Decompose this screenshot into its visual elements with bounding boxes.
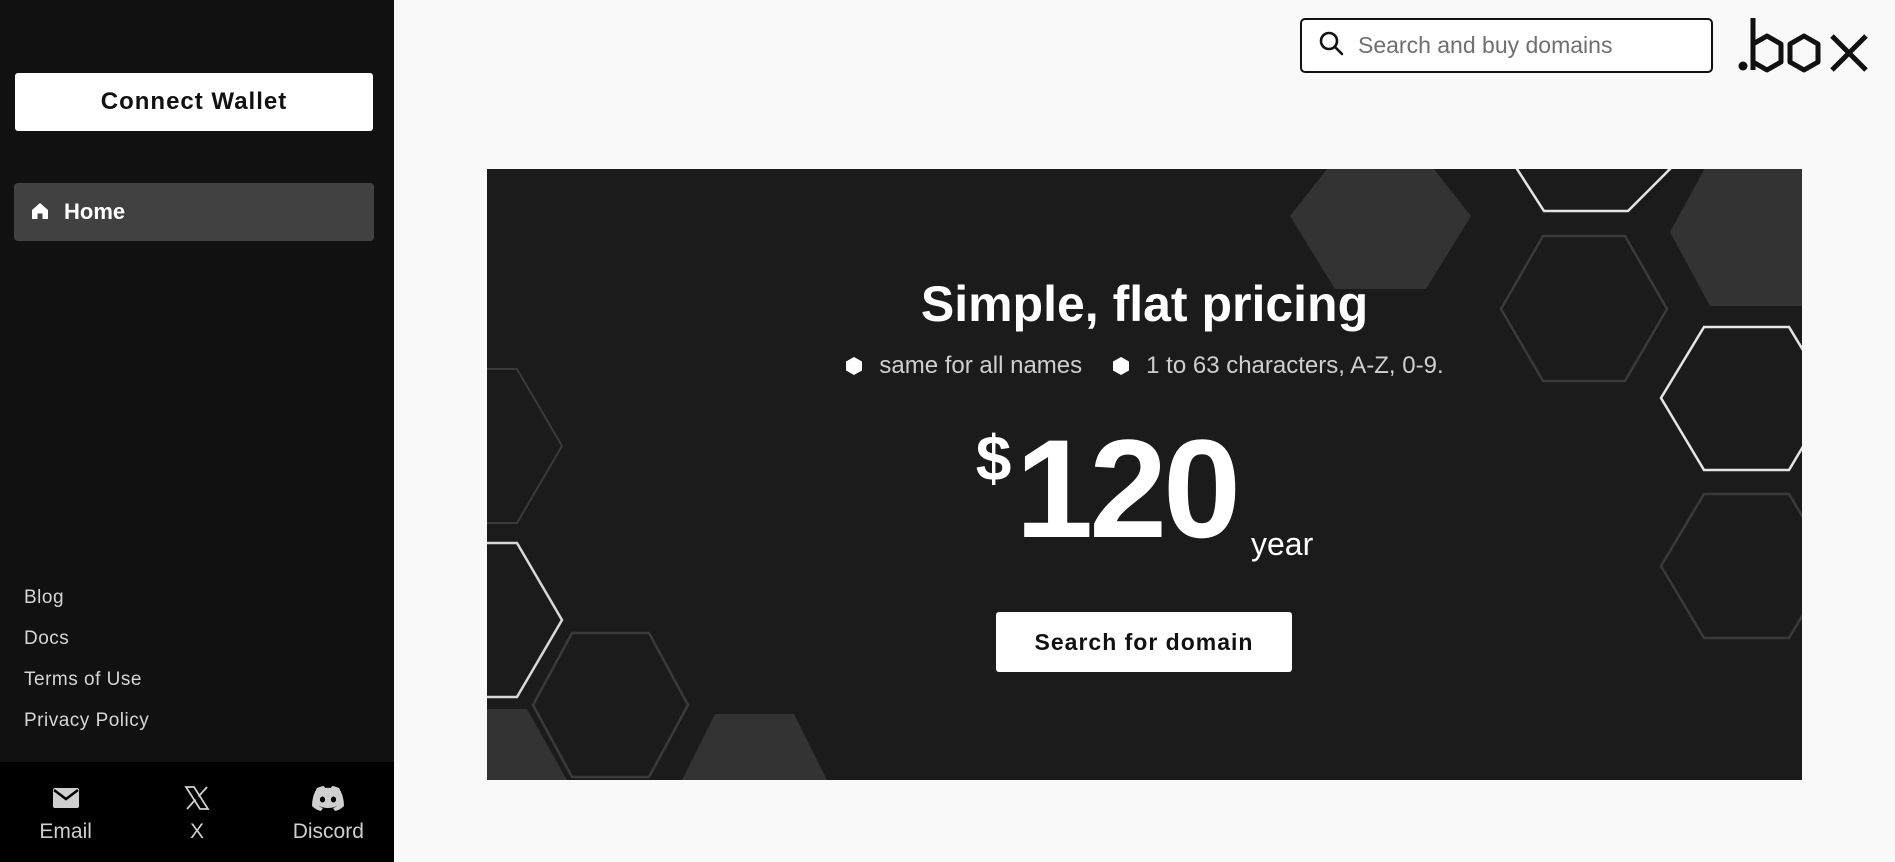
search-input[interactable] bbox=[1358, 32, 1698, 59]
connect-wallet-button[interactable]: Connect Wallet bbox=[15, 73, 373, 131]
home-icon bbox=[30, 201, 52, 223]
mail-icon bbox=[52, 782, 80, 814]
x-link[interactable]: X bbox=[131, 762, 262, 862]
discord-label: Discord bbox=[292, 820, 364, 843]
sidebar: Connect Wallet Home Blog Docs Terms of U… bbox=[0, 0, 394, 862]
footer-links: Blog Docs Terms of Use Privacy Policy bbox=[24, 583, 149, 747]
hexagon-bullet-icon bbox=[846, 357, 863, 375]
discord-icon bbox=[310, 782, 346, 814]
social-bar: Email X Discord bbox=[0, 762, 394, 862]
domain-search-box[interactable] bbox=[1300, 18, 1713, 73]
x-icon bbox=[183, 782, 211, 814]
feature-bullets: same for all names 1 to 63 characters, A… bbox=[487, 352, 1802, 380]
sidebar-item-label: Home bbox=[64, 199, 126, 224]
price-display: $ 120 year bbox=[487, 410, 1802, 567]
bullet-item: 1 to 63 characters, A-Z, 0-9. bbox=[1112, 352, 1444, 380]
logo[interactable] bbox=[1736, 8, 1895, 80]
price-amount: 120 bbox=[1015, 410, 1241, 567]
search-icon bbox=[1318, 30, 1344, 61]
price-unit: year bbox=[1250, 526, 1314, 562]
bullet-item: same for all names bbox=[845, 352, 1082, 380]
x-label: X bbox=[189, 820, 204, 843]
bullet-text: 1 to 63 characters, A-Z, 0-9. bbox=[1146, 352, 1444, 379]
hero-title: Simple, flat pricing bbox=[920, 276, 1369, 332]
discord-link[interactable]: Discord bbox=[263, 762, 394, 862]
privacy-link[interactable]: Privacy Policy bbox=[24, 706, 149, 747]
blog-link[interactable]: Blog bbox=[24, 583, 149, 624]
pricing-hero: Simple, flat pricing same for all names … bbox=[487, 169, 1802, 780]
box-logo-icon bbox=[1738, 18, 1868, 73]
price-currency: $ bbox=[975, 422, 1012, 494]
search-for-domain-button[interactable]: Search for domain bbox=[996, 612, 1292, 672]
email-link[interactable]: Email bbox=[0, 762, 131, 862]
email-label: Email bbox=[39, 820, 92, 843]
sidebar-item-home[interactable]: Home bbox=[14, 183, 374, 241]
bullet-text: same for all names bbox=[879, 352, 1083, 379]
docs-link[interactable]: Docs bbox=[24, 624, 149, 665]
hexagon-bullet-icon bbox=[1113, 357, 1130, 375]
terms-link[interactable]: Terms of Use bbox=[24, 665, 149, 706]
